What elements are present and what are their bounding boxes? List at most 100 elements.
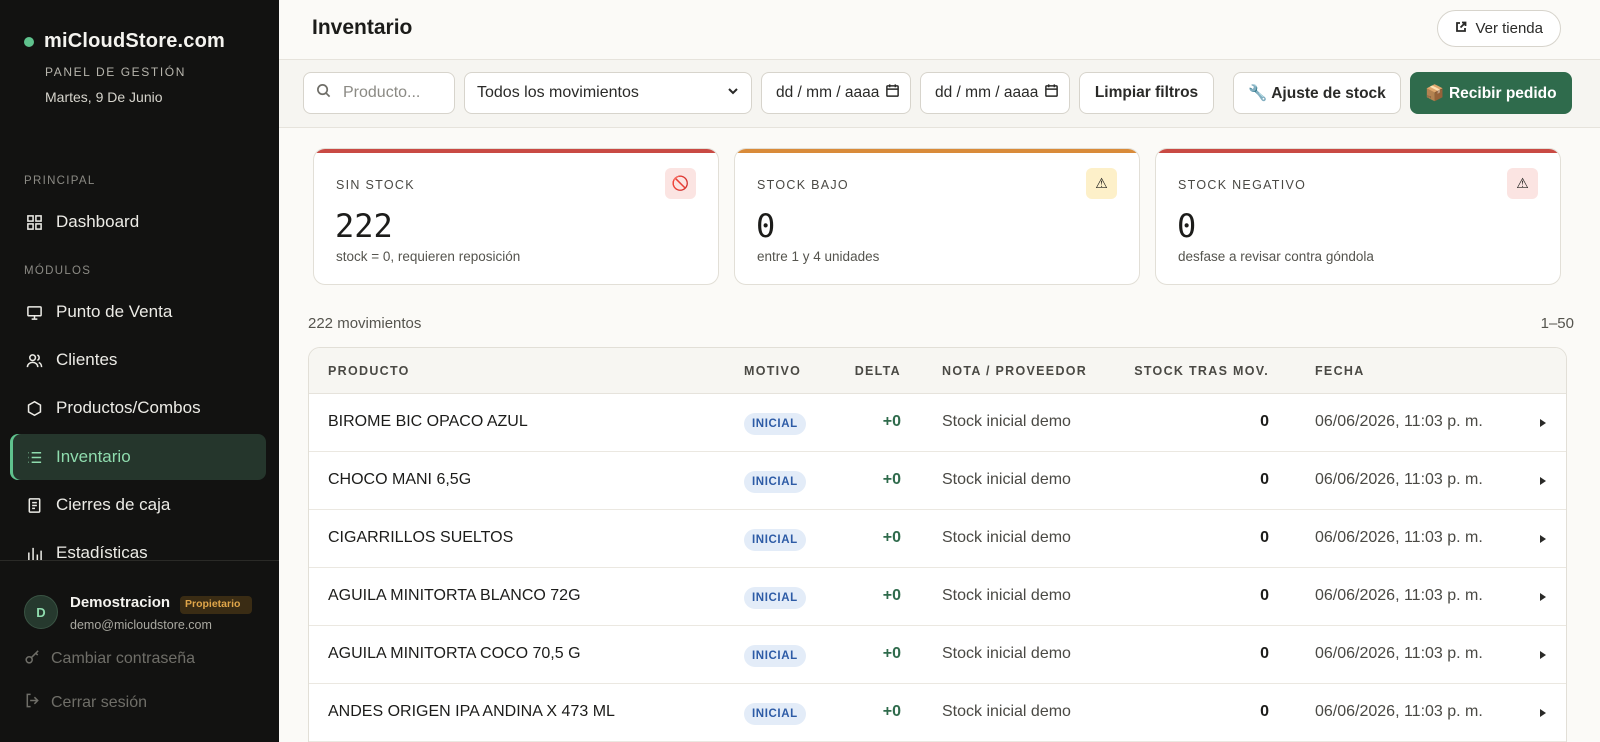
search-input[interactable] [343, 84, 443, 102]
product-name: AGUILA MINITORTA COCO 70,5 G [328, 645, 581, 662]
chevron-right-icon[interactable] [1538, 532, 1548, 546]
stat-card-stock-negativo: STOCK NEGATIVO 0 desfase a revisar contr… [1155, 148, 1561, 285]
column-header-fecha[interactable]: FECHA [1315, 364, 1365, 378]
sidebar: miCloudStore.com PANEL DE GESTIÓN Martes… [0, 0, 279, 742]
search-field[interactable] [303, 72, 455, 114]
stat-card-stock-bajo: STOCK BAJO 0 entre 1 y 4 unidades ⚠ [734, 148, 1140, 285]
chevron-right-icon[interactable] [1538, 416, 1548, 430]
movement-date: 06/06/2026, 11:03 p. m. [1315, 413, 1483, 430]
calendar-icon[interactable] [1044, 83, 1059, 103]
current-date: Martes, 9 De Junio [45, 89, 163, 105]
table-row[interactable]: AGUILA MINITORTA BLANCO 72G INICIAL +0 Stoc… [309, 568, 1566, 626]
sidebar-item-clientes[interactable]: Clientes [10, 337, 266, 383]
table-row[interactable]: BIROME BIC OPACO AZUL INICIAL +0 Stock inic… [309, 394, 1566, 452]
key-icon [24, 648, 41, 670]
stat-label: STOCK BAJO [757, 178, 849, 192]
stat-value: 0 [1177, 207, 1197, 245]
product-name: CHOCO MANI 6,5G [328, 471, 472, 488]
monitor-icon [25, 303, 43, 321]
motivo-badge: INICIAL [744, 703, 806, 725]
clear-filters-button[interactable]: Limpiar filtros [1079, 72, 1214, 114]
alert-triangle-icon: ⚠ [1507, 168, 1538, 199]
sidebar-item-punto-de-venta[interactable]: Punto de Venta [10, 289, 266, 335]
external-link-icon [1455, 20, 1467, 37]
sidebar-item-label: Productos/Combos [56, 398, 201, 417]
stat-value: 0 [756, 207, 776, 245]
avatar: D [24, 595, 58, 629]
brand: miCloudStore.com PANEL DE GESTIÓN Martes… [24, 30, 269, 105]
user-name: Demostracion [70, 594, 171, 611]
view-store-button[interactable]: Ver tienda [1437, 10, 1561, 47]
product-name: BIROME BIC OPACO AZUL [328, 413, 528, 430]
movement-type-select[interactable]: Todos los movimientos [464, 72, 752, 114]
stat-label: STOCK NEGATIVO [1178, 178, 1307, 192]
list-icon [25, 448, 43, 466]
stat-hint: entre 1 y 4 unidades [757, 249, 880, 264]
topbar: Inventario Ver tienda [279, 0, 1600, 60]
column-header-delta[interactable]: DELTA [855, 364, 901, 378]
calendar-icon[interactable] [885, 83, 900, 103]
table-header: PRODUCTO MOTIVO DELTA NOTA / PROVEEDOR S… [309, 348, 1566, 394]
filter-bar: Todos los movimientos dd / mm / aaaa dd … [279, 60, 1600, 128]
change-password-label: Cambiar contraseña [51, 650, 196, 667]
column-header-producto[interactable]: PRODUCTO [328, 364, 410, 378]
stock-adjust-button[interactable]: 🔧 Ajuste de stock [1233, 72, 1401, 114]
brand-name: miCloudStore.com [44, 30, 225, 52]
sidebar-item-inventario[interactable]: Inventario [10, 434, 266, 480]
motivo-badge: INICIAL [744, 529, 806, 551]
product-name: ANDES ORIGEN IPA ANDINA X 473 ML [328, 703, 615, 720]
motivo-badge: INICIAL [744, 471, 806, 493]
sidebar-item-cierres-de-caja[interactable]: Cierres de caja [10, 482, 266, 528]
column-header-stock[interactable]: STOCK TRAS MOV. [1134, 364, 1269, 378]
table-row[interactable]: CHOCO MANI 6,5G INICIAL +0 Stock inicial de… [309, 452, 1566, 510]
motivo-badge: INICIAL [744, 413, 806, 435]
motivo-badge: INICIAL [744, 587, 806, 609]
chevron-right-icon[interactable] [1538, 590, 1548, 604]
table-row[interactable]: AGUILA MINITORTA COCO 70,5 G INICIAL +0 Sto… [309, 626, 1566, 684]
receive-order-button[interactable]: 📦 Recibir pedido [1410, 72, 1572, 114]
sidebar-item-productos[interactable]: Productos/Combos [10, 385, 266, 431]
delta-value: +0 [882, 587, 901, 604]
sidebar-item-label: Dashboard [56, 212, 140, 231]
movement-date: 06/06/2026, 11:03 p. m. [1315, 529, 1483, 546]
movement-date: 06/06/2026, 11:03 p. m. [1315, 587, 1483, 604]
note-text: Stock inicial demo [942, 703, 1071, 720]
movement-type-value: Todos los movimientos [477, 84, 639, 101]
chevron-right-icon[interactable] [1538, 474, 1548, 488]
note-text: Stock inicial demo [942, 471, 1071, 488]
chevron-right-icon[interactable] [1538, 648, 1548, 662]
movement-date: 06/06/2026, 11:03 p. m. [1315, 645, 1483, 662]
stock-after-value: 0 [1260, 529, 1269, 546]
movement-date: 06/06/2026, 11:03 p. m. [1315, 471, 1483, 488]
logout-link[interactable]: Cerrar sesión [24, 692, 147, 714]
sidebar-item-label: Punto de Venta [56, 302, 173, 321]
column-header-nota[interactable]: NOTA / PROVEEDOR [942, 364, 1087, 378]
role-badge: Propietario [180, 596, 252, 614]
delta-value: +0 [882, 645, 901, 662]
product-name: CIGARRILLOS SUELTOS [328, 529, 514, 546]
status-dot [24, 36, 34, 47]
stock-after-value: 0 [1260, 471, 1269, 488]
logout-icon [24, 692, 41, 714]
movements-table: PRODUCTO MOTIVO DELTA NOTA / PROVEEDOR S… [308, 347, 1567, 742]
sidebar-item-label: Inventario [56, 447, 131, 466]
change-password-link[interactable]: Cambiar contraseña [24, 648, 195, 670]
view-store-label: Ver tienda [1475, 20, 1543, 37]
stat-hint: stock = 0, requieren reposición [336, 249, 521, 264]
brand-subtitle: PANEL DE GESTIÓN [45, 65, 186, 79]
user-panel: D Demostracion Propietario demo@miclouds… [0, 560, 279, 742]
table-row[interactable]: ANDES ORIGEN IPA ANDINA X 473 ML INICIAL +… [309, 684, 1566, 742]
date-from-value: dd / mm / aaaa [776, 84, 880, 101]
table-row[interactable]: CIGARRILLOS SUELTOS INICIAL +0 Stock inicia… [309, 510, 1566, 568]
chevron-right-icon[interactable] [1538, 706, 1548, 720]
delta-value: +0 [882, 529, 901, 546]
sidebar-item-dashboard[interactable]: Dashboard [10, 199, 266, 245]
no-entry-icon: 🚫 [665, 168, 696, 199]
section-label-modulos: MÓDULOS [24, 265, 92, 277]
column-header-motivo[interactable]: MOTIVO [744, 364, 801, 378]
card-accent [1156, 149, 1560, 153]
date-to-input[interactable]: dd / mm / aaaa [920, 72, 1070, 114]
date-from-input[interactable]: dd / mm / aaaa [761, 72, 911, 114]
warning-icon: ⚠ [1086, 168, 1117, 199]
note-text: Stock inicial demo [942, 645, 1071, 662]
